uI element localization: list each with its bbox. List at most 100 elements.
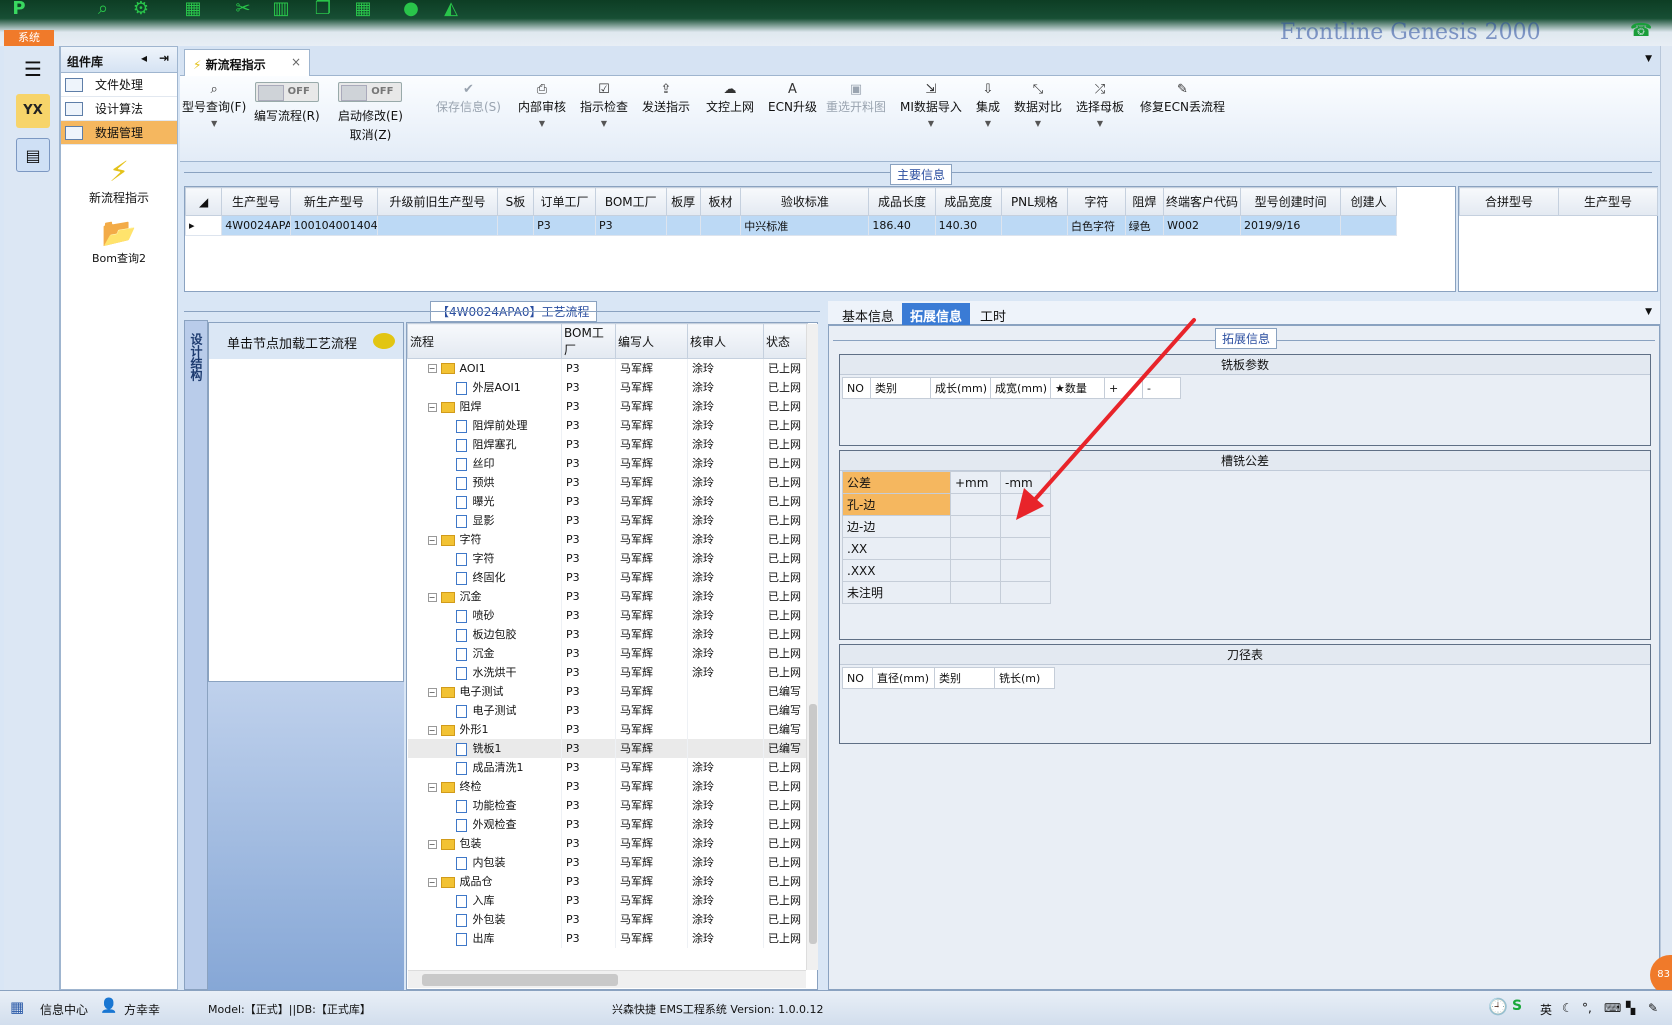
process-tree-row[interactable]: − 阻焊 P3 马军辉 涂玲 已上网 <box>407 396 808 416</box>
main-info-col[interactable]: 成品宽度 <box>934 187 1002 216</box>
ime-logo-icon[interactable]: S <box>1512 998 1522 1014</box>
chevron-down-icon[interactable]: ▼ <box>1645 307 1652 317</box>
process-tree-row[interactable]: 终固化 P3 马军辉 涂玲 已上网 <box>407 567 808 587</box>
tolerance-minus-input[interactable] <box>1000 537 1051 560</box>
milling-col[interactable]: 成长(mm) <box>930 377 991 399</box>
main-info-cell[interactable] <box>1000 215 1069 236</box>
moon-icon[interactable]: ☾ <box>1562 1001 1573 1015</box>
system-tab[interactable]: 系统 <box>4 30 54 46</box>
tolerance-plus-input[interactable] <box>950 581 1001 604</box>
close-icon[interactable]: × <box>291 55 301 69</box>
process-tree-row[interactable]: 沉金 P3 马军辉 涂玲 已上网 <box>407 643 808 663</box>
process-tree-row[interactable]: 内包装 P3 马军辉 涂玲 已上网 <box>407 852 808 872</box>
tree-col[interactable]: 流程 <box>407 323 562 359</box>
main-info-cell[interactable] <box>1340 215 1397 236</box>
pin-icon[interactable]: ⇥ <box>159 51 169 65</box>
main-info-col[interactable]: 新生产型号 <box>289 187 379 216</box>
tool-new-process[interactable]: ⚡ 新流程指示 <box>61 155 177 206</box>
process-tree-row[interactable]: 喷砂 P3 马军辉 涂玲 已上网 <box>407 605 808 625</box>
process-tree-row[interactable]: 外层AOI1 P3 马军辉 涂玲 已上网 <box>407 377 808 397</box>
process-tree-row[interactable]: 阻焊塞孔 P3 马军辉 涂玲 已上网 <box>407 434 808 454</box>
process-tree-row[interactable]: 功能检查 P3 马军辉 涂玲 已上网 <box>407 795 808 815</box>
user-icon[interactable]: ● <box>400 0 422 20</box>
milling-col[interactable]: ★数量 <box>1050 377 1105 399</box>
tolerance-minus-input[interactable] <box>1000 515 1051 538</box>
main-info-col[interactable]: 生产型号 <box>221 187 291 216</box>
main-info-cell[interactable]: 4W0024APA0 <box>221 215 291 236</box>
tolerance-plus-input[interactable] <box>950 515 1001 538</box>
process-tree-row[interactable]: 阻焊前处理 P3 马军辉 涂玲 已上网 <box>407 415 808 435</box>
write-process-toggle[interactable]: OFF <box>254 82 319 102</box>
main-info-col[interactable]: S板 <box>496 187 535 216</box>
search-icon[interactable]: ⌕ <box>92 0 114 20</box>
main-info-cell[interactable] <box>665 215 701 236</box>
tree-col[interactable]: 状态 <box>763 323 808 359</box>
punctuation-icon[interactable]: °, <box>1582 1001 1592 1015</box>
mi-import-button[interactable]: ⇲ MI数据导入 ▼ <box>900 82 962 128</box>
main-info-cell[interactable] <box>377 215 498 236</box>
main-info-cell[interactable]: 140.30 <box>934 215 1002 236</box>
tolerance-minus-input[interactable] <box>1000 559 1051 582</box>
main-info-col[interactable]: BOM工厂 <box>595 187 667 216</box>
menu-icon[interactable]: ☰ <box>16 52 50 86</box>
collapse-icon[interactable]: − <box>427 877 437 887</box>
data-compare-button[interactable]: ⤡ 数据对比 ▼ <box>1014 82 1062 128</box>
collapse-icon[interactable]: − <box>427 364 437 374</box>
tolerance-minus-input[interactable] <box>1000 581 1051 604</box>
grid-icon[interactable]: ▦ <box>182 0 204 20</box>
comp-item-file[interactable]: 文件处理 <box>61 73 177 97</box>
repair-ecn-button[interactable]: ✎ 修复ECN丢流程 <box>1140 82 1225 115</box>
tool-col[interactable]: 类别 <box>934 667 995 689</box>
doc-online-button[interactable]: ☁ 文控上网 <box>706 82 754 115</box>
milling-col[interactable]: + <box>1104 377 1143 399</box>
process-tree-row[interactable]: − 电子测试 P3 马军辉 已编写 <box>407 681 808 701</box>
tool-col[interactable]: NO <box>842 667 873 689</box>
integrate-button[interactable]: ⇩ 集成 ▼ <box>976 82 1000 128</box>
comp-item-algorithm[interactable]: 设计算法 <box>61 97 177 121</box>
process-tree-row[interactable]: − 外形1 P3 马军辉 已编写 <box>407 719 808 739</box>
load-process-hint[interactable]: 单击节点加载工艺流程 <box>209 323 403 359</box>
process-tree-row[interactable]: 水洗烘干 P3 马军辉 涂玲 已上网 <box>407 662 808 682</box>
write-process-button[interactable]: OFF 编写流程(R) <box>254 82 320 124</box>
grid-view-icon[interactable]: ▦ <box>10 998 24 1016</box>
main-info-cell[interactable]: W002 <box>1163 215 1241 236</box>
tab-extended-info[interactable]: 拓展信息 <box>902 303 971 325</box>
tree-horizontal-scrollbar[interactable] <box>408 970 806 988</box>
scissors-icon[interactable]: ✂ <box>232 0 254 20</box>
tolerance-plus-input[interactable] <box>950 559 1001 582</box>
collapse-icon[interactable]: − <box>427 535 437 545</box>
tree-col[interactable]: 编写人 <box>615 323 688 359</box>
main-info-cell[interactable]: P3 <box>533 215 597 236</box>
process-tree-row[interactable]: 曝光 P3 马军辉 涂玲 已上网 <box>407 491 808 511</box>
keyboard-icon[interactable]: ⌨ <box>1604 1001 1621 1015</box>
table-icon[interactable]: ▦ <box>352 0 374 20</box>
main-info-cell[interactable]: 中兴标准 <box>740 215 870 236</box>
main-info-col[interactable]: 升级前旧生产型号 <box>377 187 498 216</box>
reselect-cut-image-button[interactable]: ▣ 重选开料图 <box>826 82 886 115</box>
start-modify-button[interactable]: OFF 启动修改(E) 取消(Z) <box>338 82 403 143</box>
tool-bom-query[interactable]: 📂 Bom查询2 <box>61 216 177 266</box>
process-tree-row[interactable]: 入库 P3 马军辉 涂玲 已上网 <box>407 890 808 910</box>
main-info-cell[interactable]: P3 <box>595 215 667 236</box>
process-tree-row[interactable]: − 终检 P3 马军辉 涂玲 已上网 <box>407 776 808 796</box>
milling-col[interactable]: 类别 <box>870 377 931 399</box>
main-info-cell[interactable]: 10010400140457 <box>289 215 379 236</box>
tolerance-plus-input[interactable] <box>950 537 1001 560</box>
process-tree-row[interactable]: 显影 P3 马军辉 涂玲 已上网 <box>407 510 808 530</box>
collapse-icon[interactable]: − <box>427 725 437 735</box>
process-tree-row[interactable]: 丝印 P3 马军辉 涂玲 已上网 <box>407 453 808 473</box>
tree-col[interactable]: BOM工厂 <box>561 323 616 359</box>
chevron-down-icon[interactable]: ▼ <box>1645 54 1652 64</box>
merge-col-production-model[interactable]: 生产型号 <box>1558 187 1658 216</box>
tab-work-hours[interactable]: 工时 <box>972 303 1014 325</box>
process-tree-row[interactable]: − 成品仓 P3 马军辉 涂玲 已上网 <box>407 871 808 891</box>
process-tree-row[interactable]: − 沉金 P3 马军辉 涂玲 已上网 <box>407 586 808 606</box>
gear-icon[interactable]: ⚙ <box>130 0 152 20</box>
main-info-col[interactable]: 字符 <box>1067 187 1126 216</box>
collapse-icon[interactable]: − <box>427 782 437 792</box>
tab-basic-info[interactable]: 基本信息 <box>834 303 902 325</box>
tool-col[interactable]: 直径(mm) <box>872 667 935 689</box>
select-master-board-button[interactable]: ⤮ 选择母板 ▼ <box>1076 82 1124 128</box>
tolerance-minus-input[interactable] <box>1000 493 1051 516</box>
model-query-button[interactable]: ⌕ 型号查询(F) ▼ <box>182 82 246 128</box>
